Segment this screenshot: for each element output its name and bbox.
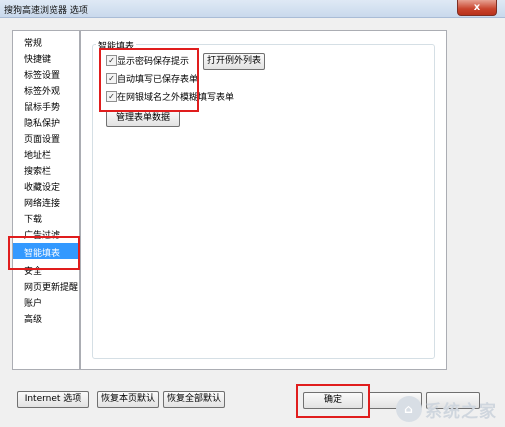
sidebar-item-general[interactable]: 常规 <box>13 33 79 49</box>
sidebar-item-page-update-reminder[interactable]: 网页更新提醒 <box>13 277 79 293</box>
open-exception-list-button[interactable]: 打开例外列表 <box>203 53 265 70</box>
highlight-box-ok <box>296 384 370 418</box>
internet-options-button[interactable]: Internet 选项 <box>17 391 89 408</box>
sidebar-item-label: 收藏设定 <box>24 183 61 193</box>
options-dialog: 搜狗高速浏览器 选项 x 常规 快捷键 标签设置 标签外观 鼠标手势 隐私保护 … <box>0 0 505 427</box>
sidebar-item-mouse-gestures[interactable]: 鼠标手势 <box>13 97 79 113</box>
sidebar-item-label: 网页更新提醒 <box>24 283 79 293</box>
house-logo-icon: ⌂ <box>396 396 422 422</box>
sidebar-item-label: 高级 <box>24 315 43 325</box>
sidebar-item-label: 隐私保护 <box>24 119 61 129</box>
sidebar-item-label: 地址栏 <box>24 151 52 161</box>
title-bar[interactable]: 搜狗高速浏览器 选项 x <box>0 0 505 18</box>
watermark-text: 系统之家 <box>425 401 497 422</box>
restore-all-default-button[interactable]: 恢复全部默认 <box>163 391 225 408</box>
highlight-box-sidebar <box>8 236 80 270</box>
sidebar-item-label: 标签设置 <box>24 71 61 81</box>
highlight-box-options <box>99 48 199 112</box>
sidebar-item-privacy[interactable]: 隐私保护 <box>13 113 79 129</box>
sidebar-item-page-settings[interactable]: 页面设置 <box>13 129 79 145</box>
sidebar-item-label: 鼠标手势 <box>24 103 61 113</box>
window-title: 搜狗高速浏览器 选项 <box>4 6 88 16</box>
watermark-logo: ⌂ 系统之家 <box>396 394 497 424</box>
close-button[interactable]: x <box>457 0 497 16</box>
sidebar-item-network[interactable]: 网络连接 <box>13 193 79 209</box>
sidebar-item-label: 搜索栏 <box>24 167 52 177</box>
sidebar-item-address-bar[interactable]: 地址栏 <box>13 145 79 161</box>
sidebar-item-label: 账户 <box>24 299 43 309</box>
sidebar-item-tab-appearance[interactable]: 标签外观 <box>13 81 79 97</box>
sidebar-item-search-bar[interactable]: 搜索栏 <box>13 161 79 177</box>
sidebar-item-shortcuts[interactable]: 快捷键 <box>13 49 79 65</box>
settings-category-list[interactable]: 常规 快捷键 标签设置 标签外观 鼠标手势 隐私保护 页面设置 地址栏 搜索栏 … <box>12 30 80 370</box>
sidebar-item-tab-settings[interactable]: 标签设置 <box>13 65 79 81</box>
sidebar-item-label: 页面设置 <box>24 135 61 145</box>
sidebar-item-label: 标签外观 <box>24 87 61 97</box>
sidebar-item-label: 快捷键 <box>24 55 52 65</box>
sidebar-item-label: 下载 <box>24 215 43 225</box>
sidebar-item-label: 网络连接 <box>24 199 61 209</box>
manage-form-data-button[interactable]: 管理表单数据 <box>106 110 180 127</box>
sidebar-item-favorites[interactable]: 收藏设定 <box>13 177 79 193</box>
sidebar-item-advanced[interactable]: 高级 <box>13 309 79 325</box>
sidebar-item-label: 常规 <box>24 39 43 49</box>
sidebar-item-downloads[interactable]: 下载 <box>13 209 79 225</box>
sidebar-item-account[interactable]: 账户 <box>13 293 79 309</box>
restore-page-default-button[interactable]: 恢复本页默认 <box>97 391 159 408</box>
